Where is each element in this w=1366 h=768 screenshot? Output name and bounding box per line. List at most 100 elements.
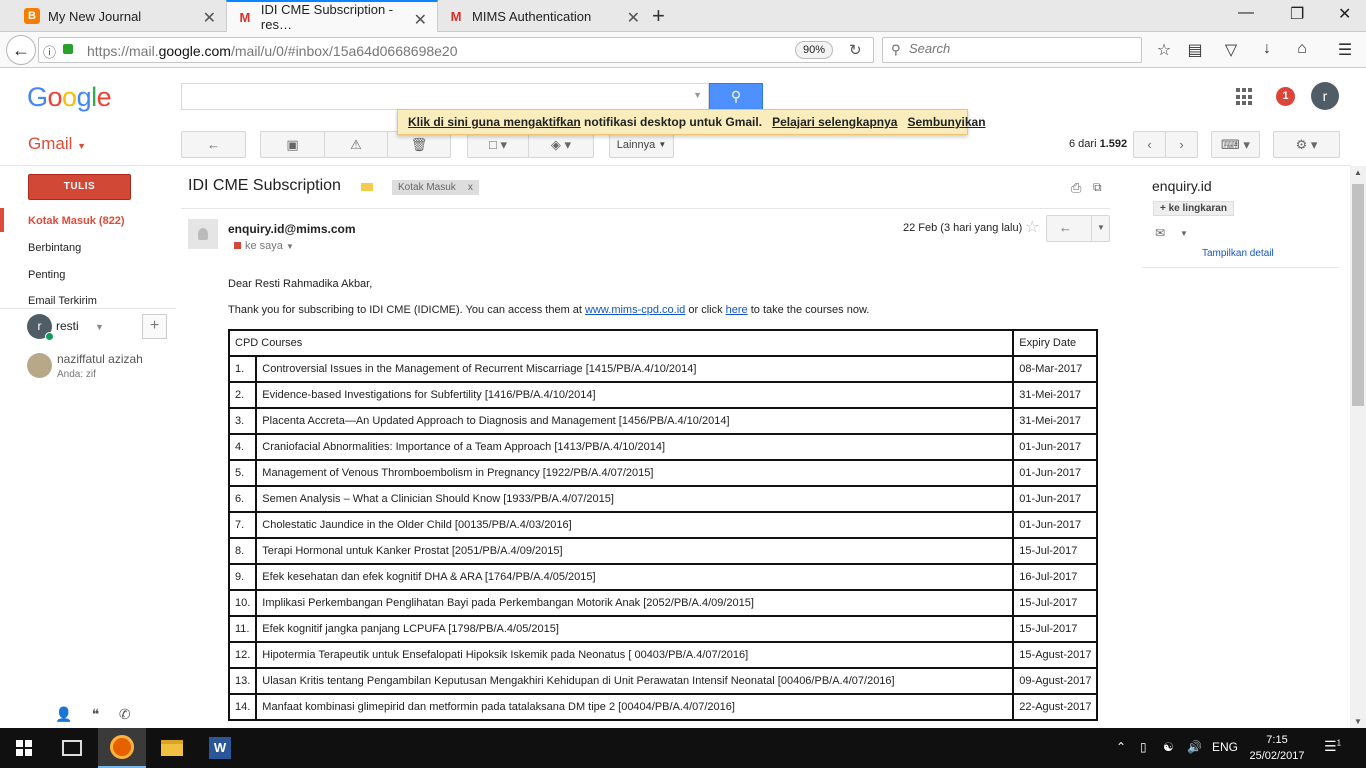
task-view-icon[interactable] — [62, 740, 82, 756]
google-logo[interactable]: Google — [27, 82, 112, 113]
back-to-inbox-button[interactable]: ← — [181, 131, 246, 158]
close-tab-icon[interactable]: ✕ — [203, 8, 216, 28]
sidebar-item-sent[interactable]: Email Terkirim — [28, 295, 97, 307]
new-chat-button[interactable]: + — [142, 314, 167, 339]
new-tab-button[interactable]: + — [652, 3, 665, 29]
hangouts-icon[interactable]: ❝ — [92, 706, 100, 722]
word-taskbar-button[interactable]: W — [196, 728, 244, 768]
mims-cpd-link[interactable]: www.mims-cpd.co.id — [585, 304, 685, 316]
archive-button[interactable]: ▣ — [260, 131, 325, 158]
enable-notifications-link[interactable]: Klik di sini guna mengaktifkan — [408, 115, 581, 129]
sidebar-item-starred[interactable]: Berbintang — [28, 242, 81, 254]
scrollbar-thumb[interactable] — [1352, 184, 1364, 406]
gmail-search-input[interactable]: ▼ — [181, 83, 709, 110]
zoom-indicator[interactable]: 90% — [795, 41, 834, 59]
apps-grid-icon[interactable] — [1236, 88, 1254, 106]
keyboard-icon: ⌨ ▾ — [1221, 136, 1250, 152]
sidebar-item-inbox[interactable]: Kotak Masuk (822) — [28, 215, 125, 227]
more-button[interactable]: Lainnya ▼ — [609, 131, 674, 158]
account-avatar[interactable]: r — [1311, 82, 1339, 110]
explorer-taskbar-button[interactable] — [148, 728, 196, 768]
more-actions-icon[interactable]: ▼ — [1097, 223, 1105, 232]
hide-notice-link[interactable]: Sembunyikan — [908, 115, 986, 129]
pocket-icon[interactable]: ▽ — [1221, 40, 1241, 60]
delete-button[interactable]: 🗑 — [387, 131, 451, 158]
new-window-icon[interactable]: ⧉ — [1093, 180, 1102, 195]
course-title: Implikasi Perkembangan Penglihatan Bayi … — [255, 589, 1015, 617]
notification-badge[interactable]: 1 — [1276, 87, 1295, 106]
sidebar-item-important[interactable]: Penting — [28, 269, 65, 281]
gmail-menu[interactable]: Gmail ▼ — [28, 134, 86, 154]
compose-button[interactable]: TULIS — [28, 174, 131, 200]
browser-search[interactable]: ⚲ — [882, 37, 1142, 63]
labels-button[interactable]: ◈ ▾ — [528, 131, 594, 158]
minimize-icon[interactable]: — — [1238, 4, 1254, 22]
newer-button[interactable]: ‹ — [1133, 131, 1166, 158]
input-tools-button[interactable]: ⌨ ▾ — [1211, 131, 1260, 158]
remove-label-icon[interactable]: x — [468, 182, 473, 193]
person-icon[interactable]: 👤 — [55, 706, 72, 722]
caret-down-icon[interactable]: ▼ — [286, 242, 294, 251]
download-icon[interactable]: ↓ — [1257, 40, 1277, 58]
spam-icon: ⚠ — [350, 136, 362, 152]
course-title: Efek kesehatan dan efek kognitif DHA & A… — [255, 563, 1015, 591]
envelope-icon[interactable]: ✉ — [1155, 226, 1165, 240]
battery-icon[interactable]: ▯ — [1140, 740, 1147, 754]
scroll-up-icon[interactable]: ▲ — [1354, 168, 1362, 177]
add-to-circles-button[interactable]: + ke lingkaran — [1153, 201, 1234, 216]
report-spam-button[interactable]: ⚠ — [324, 131, 388, 158]
recipient-line[interactable]: ke saya ▼ — [234, 240, 294, 252]
back-button[interactable]: ← — [6, 35, 36, 65]
restore-icon[interactable]: ❐ — [1290, 4, 1304, 24]
show-details-link[interactable]: Tampilkan detail — [1202, 248, 1274, 259]
star-icon[interactable]: ☆ — [1025, 217, 1039, 237]
action-center-icon[interactable]: ☰1 — [1324, 738, 1341, 755]
volume-icon[interactable]: 🔊 — [1187, 740, 1202, 754]
settings-button[interactable]: ⚙ ▾ — [1273, 131, 1340, 158]
tab-my-new-journal[interactable]: B My New Journal ✕ — [14, 0, 226, 32]
scroll-down-icon[interactable]: ▼ — [1354, 717, 1362, 726]
browser-search-input[interactable] — [909, 41, 1129, 56]
info-icon[interactable]: ⓘ — [43, 42, 56, 61]
contact-name[interactable]: naziffatul azizah — [57, 352, 143, 366]
bookmark-star-icon[interactable]: ☆ — [1154, 40, 1174, 60]
here-link[interactable]: here — [726, 304, 748, 316]
gmail-search-button[interactable]: ⚲ — [709, 83, 763, 110]
url-text[interactable]: https://mail.google.com/mail/u/0/#inbox/… — [87, 43, 458, 59]
page-scrollbar[interactable]: ▲ ▼ — [1350, 166, 1366, 728]
reply-button[interactable]: ← ▼ — [1046, 215, 1110, 242]
inbox-label-chip[interactable]: Kotak Masuk x — [392, 180, 479, 195]
sender-email[interactable]: enquiry.id@mims.com — [228, 222, 356, 236]
tab-idi-cme[interactable]: M IDI CME Subscription - res… ✕ — [226, 0, 438, 32]
learn-more-link[interactable]: Pelajari selengkapnya — [772, 115, 897, 129]
language-indicator[interactable]: ENG — [1212, 740, 1238, 754]
search-options-icon[interactable]: ▼ — [693, 90, 702, 100]
tab-mims-auth[interactable]: M MIMS Authentication ✕ — [438, 0, 650, 32]
close-tab-icon[interactable]: ✕ — [627, 8, 640, 28]
windows-start-icon[interactable] — [16, 740, 32, 756]
url-bar[interactable]: ⓘ https://mail.google.com/mail/u/0/#inbo… — [38, 37, 874, 63]
contact-panel-name[interactable]: enquiry.id — [1152, 178, 1212, 194]
close-window-icon[interactable]: ✕ — [1338, 4, 1351, 24]
print-icon[interactable]: ⎙ — [1071, 180, 1081, 196]
caret-down-icon[interactable]: ▼ — [95, 322, 104, 332]
network-icon[interactable]: ☯ — [1163, 740, 1174, 754]
show-hidden-icons[interactable]: ⌃ — [1116, 740, 1126, 754]
course-title: Controversial Issues in the Management o… — [255, 355, 1015, 383]
important-label-icon[interactable] — [361, 183, 373, 191]
contact-avatar[interactable] — [27, 353, 52, 378]
close-tab-icon[interactable]: ✕ — [414, 10, 427, 30]
chat-self-name[interactable]: resti — [56, 319, 79, 333]
move-to-button[interactable]: □ ▾ — [467, 131, 529, 158]
older-button[interactable]: › — [1165, 131, 1198, 158]
system-clock[interactable]: 7:15 25/02/2017 — [1242, 732, 1312, 764]
menu-icon[interactable]: ☰ — [1335, 40, 1355, 60]
phone-icon[interactable]: ✆ — [119, 706, 131, 722]
reading-list-icon[interactable]: ▤ — [1185, 40, 1205, 60]
firefox-taskbar-button[interactable] — [98, 728, 146, 768]
home-icon[interactable]: ⌂ — [1292, 40, 1312, 58]
course-title: Management of Venous Thromboembolism in … — [255, 459, 1015, 487]
caret-down-icon[interactable]: ▼ — [1180, 229, 1188, 238]
action-center-count: 1 — [1336, 738, 1342, 748]
reload-icon[interactable]: ↻ — [849, 41, 862, 59]
